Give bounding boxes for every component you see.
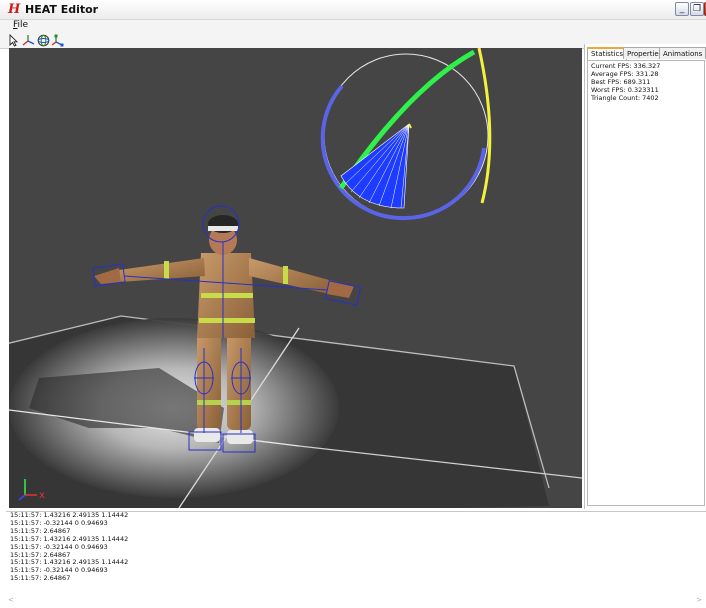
restore-button[interactable]: ❐ — [690, 2, 704, 16]
viewport-scene: x — [9, 48, 582, 508]
log-line: 15:11:57: -0.32144 0 0.94693 — [10, 542, 108, 551]
menu-file[interactable]: File — [13, 20, 28, 30]
current-fps: Current FPS: 336.327 — [591, 62, 661, 70]
app-logo-icon: H — [8, 2, 21, 17]
x-axis-label: x — [39, 490, 45, 501]
statistics-list: Current FPS: 336.327 Average FPS: 331.28… — [591, 62, 660, 102]
3d-viewport[interactable]: x — [9, 48, 582, 508]
best-fps: Best FPS: 689.311 — [591, 78, 651, 86]
rotate-gizmo-icon[interactable] — [37, 34, 50, 47]
minimize-button[interactable]: _ — [675, 2, 689, 16]
log-output[interactable]: 15:11:57: 1.43216 2.49135 1.14442 15:11:… — [6, 511, 706, 608]
scroll-left-arrow-icon[interactable]: < — [8, 596, 14, 604]
title-bar: H HEAT Editor _ ❐ — [0, 0, 706, 20]
translate-axes-icon[interactable] — [22, 34, 35, 47]
scroll-right-arrow-icon[interactable]: > — [696, 596, 702, 604]
log-line: 15:11:57: 2.64867 — [10, 574, 71, 583]
side-panel: Statistics Properties Animations Current… — [584, 44, 706, 509]
horizontal-scrollbar[interactable]: < > — [8, 596, 704, 606]
statistics-panel: Current FPS: 336.327 Average FPS: 331.28… — [587, 60, 705, 506]
log-line: 15:11:57: -0.32144 0 0.94693 — [10, 566, 108, 575]
log-line: 15:11:57: 1.43216 2.49135 1.14442 — [10, 558, 129, 567]
menu-file-label: ile — [17, 20, 29, 30]
log-line: 15:11:57: -0.32144 0 0.94693 — [10, 518, 108, 527]
window-title: HEAT Editor — [25, 3, 99, 16]
rotation-gizmo[interactable] — [320, 48, 492, 221]
tab-statistics[interactable]: Statistics — [587, 47, 627, 60]
tab-animations[interactable]: Animations — [659, 47, 706, 59]
triangle-count: Triangle Count: 7402 — [591, 94, 659, 102]
menu-bar: File — [0, 20, 706, 33]
log-line: 15:11:57: 1.43216 2.49135 1.14442 — [10, 511, 129, 519]
scale-axes-icon[interactable] — [51, 34, 64, 47]
average-fps: Average FPS: 331.28 — [591, 70, 659, 78]
select-arrow-icon[interactable] — [7, 34, 20, 47]
log-line: 15:11:57: 1.43216 2.49135 1.14442 — [10, 534, 129, 543]
worst-fps: Worst FPS: 0.323311 — [591, 86, 659, 94]
